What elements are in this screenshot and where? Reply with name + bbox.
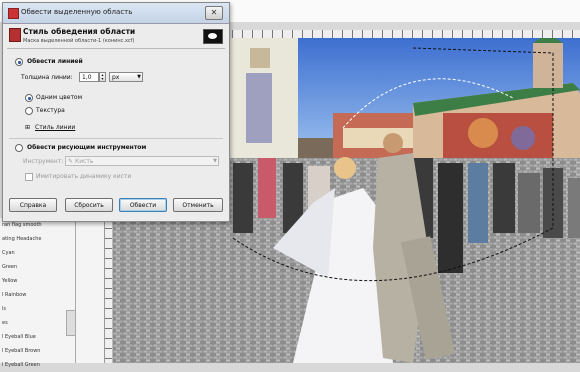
brush-item[interactable]: l Eyeball Blue	[0, 330, 104, 344]
line-width-spinner[interactable]: ▴ ▾	[99, 72, 106, 82]
dialog-titlebar[interactable]: Обвести выделенную область ✕	[3, 3, 229, 24]
header-subtitle: Маска выделенной области-1 (конинс.xcf)	[23, 38, 135, 44]
chevron-down-icon: ▼	[137, 74, 141, 80]
stroke-line-radio[interactable]	[15, 58, 23, 66]
brush-item[interactable]: Green	[0, 260, 104, 274]
brushes-panel: ran flag smooth ating Headache Cyan Gree…	[0, 218, 105, 368]
stroke-icon	[9, 28, 21, 42]
brush-item[interactable]: ls	[0, 302, 104, 316]
tool-label: Инструмент:	[23, 158, 64, 165]
emulate-dynamics-checkbox[interactable]	[25, 173, 33, 181]
brush-item[interactable]: l Rainbow	[0, 288, 104, 302]
line-width-input[interactable]: 1,0	[79, 72, 99, 82]
selection-preview-icon	[203, 29, 223, 44]
header-title: Стиль обведения области	[23, 27, 136, 36]
close-button[interactable]: ✕	[205, 6, 223, 20]
texture-radio[interactable]	[25, 107, 33, 115]
vertical-ruler	[104, 218, 113, 363]
brush-item[interactable]: Cyan	[0, 246, 104, 260]
line-width-label: Толщина линии:	[21, 74, 73, 81]
divider	[9, 138, 223, 139]
panel-divider	[75, 218, 76, 363]
cancel-button[interactable]: Отменить	[173, 198, 223, 212]
paintbrush-icon: ✎	[68, 158, 75, 165]
unit-value: px	[112, 74, 120, 81]
gimp-app-icon	[8, 8, 19, 19]
stroke-button[interactable]: Обвести	[119, 198, 167, 212]
expander-plus-icon[interactable]: ⊞	[25, 124, 30, 131]
brush-item[interactable]: l Eyeball Brown	[0, 344, 104, 358]
solid-color-radio[interactable]	[25, 94, 33, 102]
brush-item[interactable]: l Eyeball Green	[0, 358, 104, 372]
dialog-title: Обвести выделенную область	[21, 8, 133, 16]
stroke-selection-dialog: Обвести выделенную область ✕ Стиль обвед…	[2, 2, 230, 222]
emulate-dynamics-label: Имитировать динамику кисти	[36, 173, 132, 180]
brush-item[interactable]: ating Headache	[0, 232, 104, 246]
unit-select[interactable]: px ▼	[109, 72, 143, 82]
brush-item[interactable]: Yellow	[0, 274, 104, 288]
panel-scrollbar[interactable]	[66, 310, 76, 336]
texture-label: Текстура	[36, 107, 65, 114]
reset-button[interactable]: Сбросить	[65, 198, 113, 212]
stroke-tool-radio[interactable]	[15, 144, 23, 152]
solid-color-label: Одним цветом	[36, 94, 83, 101]
dialog-header: Стиль обведения области Маска выделенной…	[7, 26, 225, 49]
stroke-tool-label: Обвести рисующим инструментом	[27, 144, 147, 151]
stroke-line-label: Обвести линией	[27, 58, 83, 65]
line-style-expander[interactable]: Стиль линии	[35, 124, 75, 131]
tool-select[interactable]: ✎ Кисть ▼	[65, 156, 219, 166]
chevron-down-icon: ▼	[213, 158, 217, 164]
tool-value: Кисть	[74, 158, 94, 165]
help-button[interactable]: Справка	[9, 198, 57, 212]
brush-item[interactable]: es	[0, 316, 104, 330]
